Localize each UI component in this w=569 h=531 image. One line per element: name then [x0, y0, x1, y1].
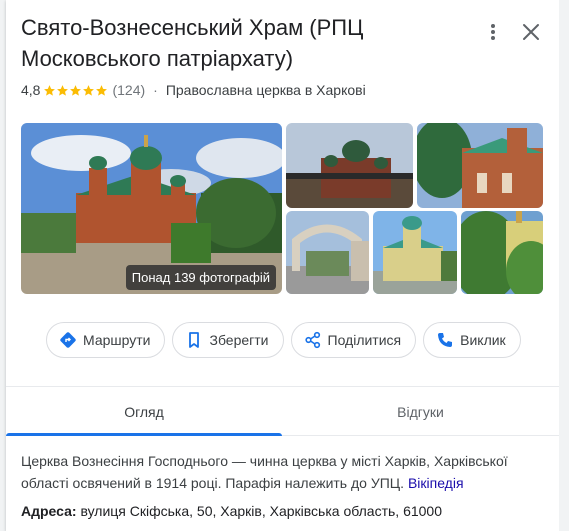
save-label: Зберегти: [209, 332, 269, 348]
share-icon: [304, 331, 322, 349]
star-icon: [83, 84, 95, 96]
separator-dot: ·: [153, 82, 158, 98]
more-vert-icon[interactable]: [479, 18, 507, 46]
star-icon: [57, 84, 69, 96]
bookmark-icon: [185, 331, 203, 349]
star-icon: [96, 84, 108, 96]
call-label: Виклик: [460, 332, 506, 348]
rating-value: 4,8: [21, 82, 41, 98]
address-label: Адреса:: [21, 503, 77, 519]
directions-button[interactable]: Маршрути: [46, 322, 166, 358]
share-label: Поділитися: [327, 332, 402, 348]
photo-count-label[interactable]: Понад 139 фотографій: [125, 265, 276, 290]
main-photo[interactable]: Понад 139 фотографій: [21, 123, 282, 294]
place-category[interactable]: Православна церква в Харкові: [166, 82, 366, 98]
header-actions: [479, 18, 545, 46]
photo-thumbnail[interactable]: [373, 211, 457, 294]
rating-stars: [43, 84, 108, 97]
action-buttons: Маршрути Зберегти Поділитися Виклик: [46, 322, 521, 358]
call-button[interactable]: Виклик: [423, 322, 521, 358]
tab-overview[interactable]: Огляд: [6, 387, 282, 436]
photo-thumbnail[interactable]: [461, 211, 543, 294]
tab-bar: Огляд Відгуки: [6, 386, 559, 436]
photo-gallery: Понад 139 фотографій: [21, 123, 543, 294]
address-row[interactable]: Адреса: вулиця Скіфська, 50, Харків, Хар…: [21, 503, 442, 519]
close-icon[interactable]: [517, 18, 545, 46]
photo-thumbnail[interactable]: [286, 123, 413, 208]
phone-icon: [436, 331, 454, 349]
star-icon: [44, 84, 56, 96]
directions-label: Маршрути: [83, 332, 151, 348]
rating-row: 4,8 (124) · Православна церква в Харкові: [21, 82, 366, 98]
share-button[interactable]: Поділитися: [290, 322, 417, 358]
wikipedia-link[interactable]: Вікіпедія: [408, 475, 464, 491]
place-details-panel: Свято-Вознесенський Храм (РПЦ Московсько…: [6, 0, 559, 531]
address-value: вулиця Скіфська, 50, Харків, Харківська …: [80, 503, 442, 519]
save-button[interactable]: Зберегти: [172, 322, 284, 358]
photo-thumbnail[interactable]: [417, 123, 543, 208]
place-title: Свято-Вознесенський Храм (РПЦ Московсько…: [21, 15, 364, 71]
directions-icon: [59, 331, 77, 349]
review-count[interactable]: (124): [112, 82, 145, 98]
tab-reviews[interactable]: Відгуки: [282, 387, 559, 436]
photo-thumbnail[interactable]: [286, 211, 369, 294]
star-icon: [70, 84, 82, 96]
active-tab-indicator: [6, 433, 282, 436]
place-description: Церква Вознесіння Господнього — чинна це…: [21, 450, 541, 494]
right-background-strip: [559, 0, 569, 531]
